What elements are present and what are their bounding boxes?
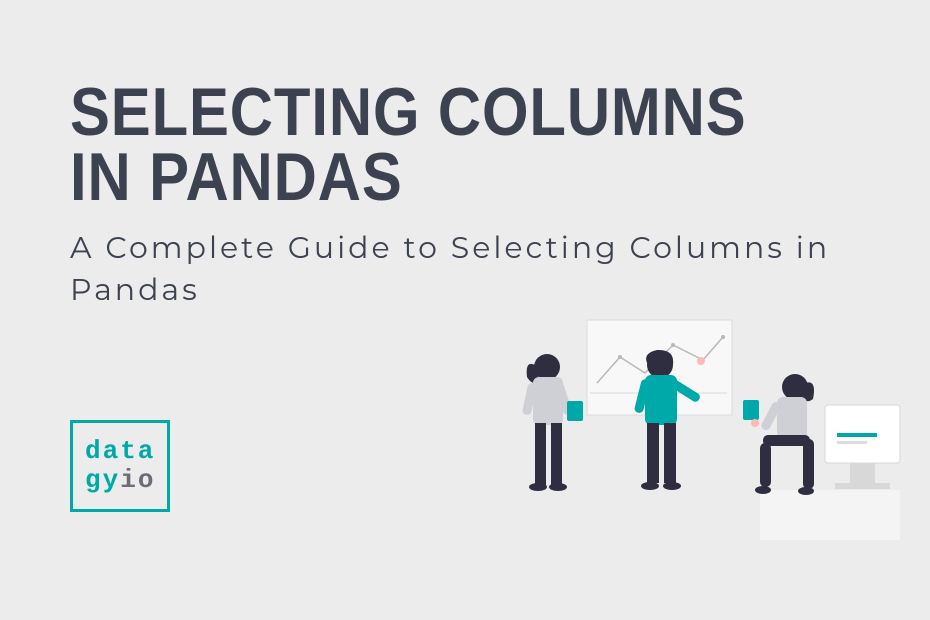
chart-dot: [618, 355, 622, 359]
chart-dot: [721, 335, 725, 339]
logo-text-io: io: [120, 465, 155, 495]
logo-line-2: gyio: [85, 466, 155, 495]
hero-illustration: [505, 305, 915, 555]
chart-dot: [671, 343, 675, 347]
monitor-line: [837, 433, 877, 437]
person-holding-note: [522, 354, 583, 491]
title-line-2: in Pandas: [70, 139, 403, 215]
person-sitting: [743, 374, 814, 495]
desk-shape: [760, 490, 900, 540]
logo-text-gy: gy: [85, 465, 120, 495]
monitor-line2: [837, 441, 867, 444]
monitor-base: [835, 483, 890, 489]
brand-logo: data gyio: [70, 420, 170, 512]
monitor-stand: [850, 463, 875, 483]
page-title: Selecting Columns in Pandas: [70, 80, 792, 209]
page-subtitle: A Complete Guide to Selecting Columns in…: [70, 227, 890, 311]
logo-line-1: data: [85, 437, 155, 466]
logo-text-data: data: [85, 436, 155, 466]
